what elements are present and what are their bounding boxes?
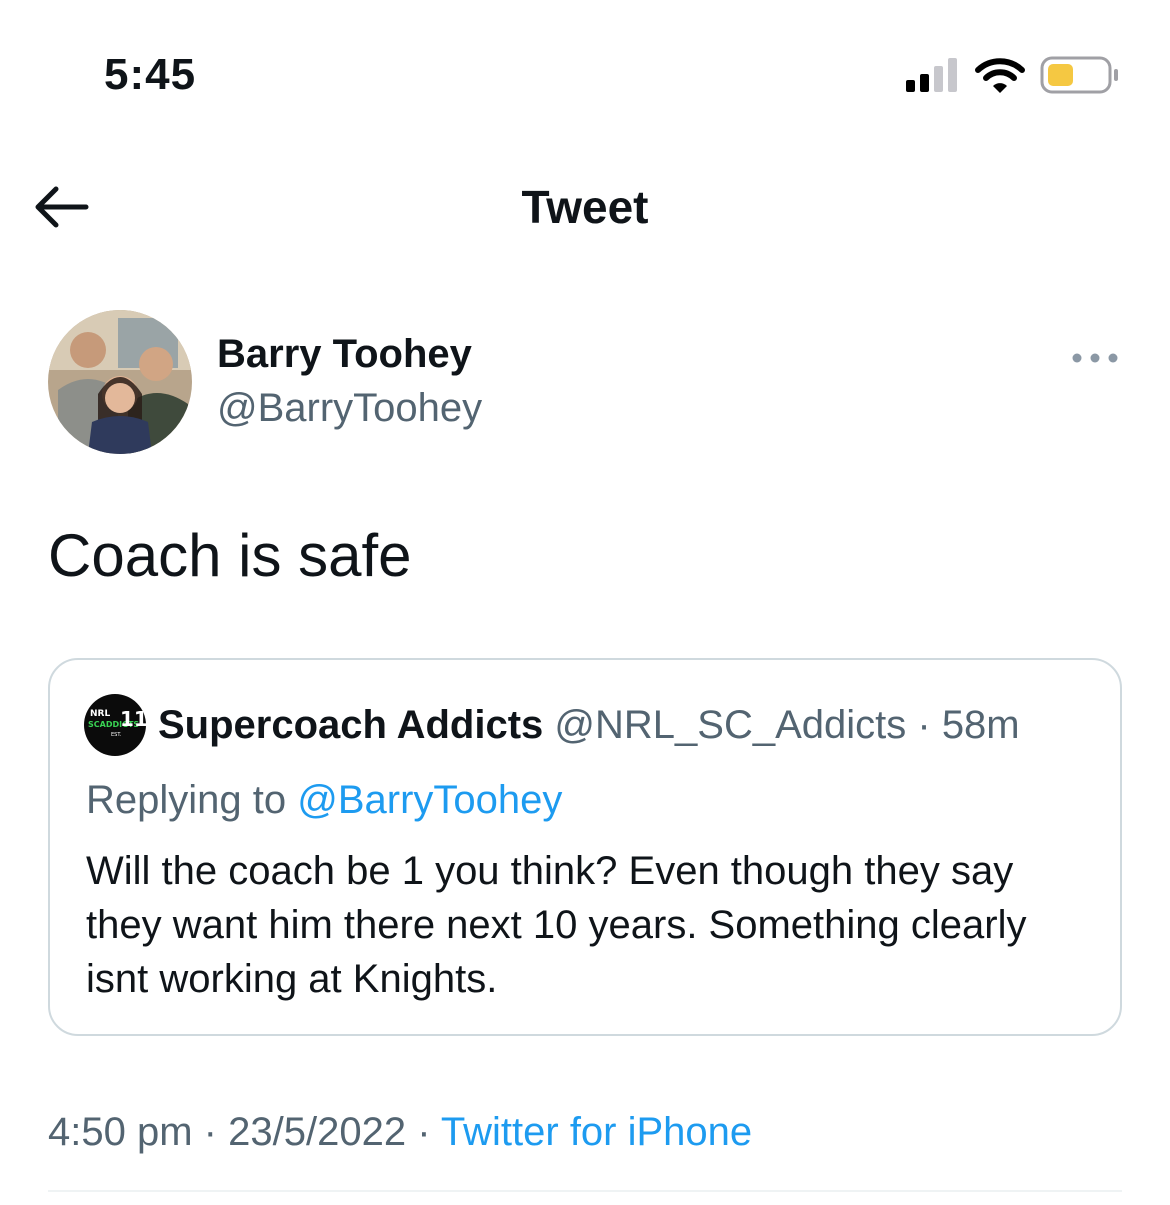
quote-author-name: Supercoach Addicts <box>158 703 544 747</box>
quote-header: Supercoach Addicts @NRL_SC_Addicts · 58m <box>158 700 1020 750</box>
quote-time: 58m <box>941 703 1020 747</box>
tweet-date: 23/5/2022 <box>228 1110 407 1154</box>
status-time: 5:45 <box>104 50 197 99</box>
cellular-signal-icon <box>906 58 957 92</box>
quote-author-avatar: NRL SCADDICTS 11 EST. <box>84 694 146 756</box>
tweet-time: 4:50 pm <box>48 1110 193 1154</box>
tweet-source-link[interactable]: Twitter for iPhone <box>441 1110 752 1154</box>
quote-author-handle: @NRL_SC_Addicts <box>554 703 907 747</box>
replying-to: Replying to @BarryToohey <box>86 774 562 826</box>
quote-separator: · <box>906 703 942 747</box>
wifi-icon <box>975 58 1025 93</box>
battery-fill <box>1048 64 1073 86</box>
author-handle[interactable]: @BarryToohey <box>217 386 482 431</box>
page-title: Tweet <box>521 181 649 233</box>
more-icon[interactable] <box>1070 346 1120 370</box>
svg-text:EST.: EST. <box>111 732 122 738</box>
replying-prefix: Replying to <box>86 778 287 822</box>
battery-icon <box>1040 56 1118 94</box>
svg-text:NRL: NRL <box>90 709 110 719</box>
tweet-text: Coach is safe <box>48 522 412 589</box>
tweet-meta: 4:50 pm · 23/5/2022 · Twitter for iPhone <box>48 1106 752 1158</box>
replying-mention-link[interactable]: @BarryToohey <box>297 778 562 822</box>
author-name[interactable]: Barry Toohey <box>217 332 472 377</box>
quoted-tweet-card[interactable]: NRL SCADDICTS 11 EST. Supercoach Addicts… <box>48 658 1122 1036</box>
tweet-screen: 5:45 Tweet Barry Toohey @BarryToohey Coa… <box>0 0 1170 1205</box>
meta-separator: · <box>203 1110 217 1154</box>
meta-separator-2: · <box>417 1110 431 1154</box>
quote-text: Will the coach be 1 you think? Even thou… <box>86 849 1027 1001</box>
divider <box>48 1190 1122 1192</box>
svg-text:11: 11 <box>120 707 146 731</box>
author-avatar[interactable] <box>48 310 192 454</box>
